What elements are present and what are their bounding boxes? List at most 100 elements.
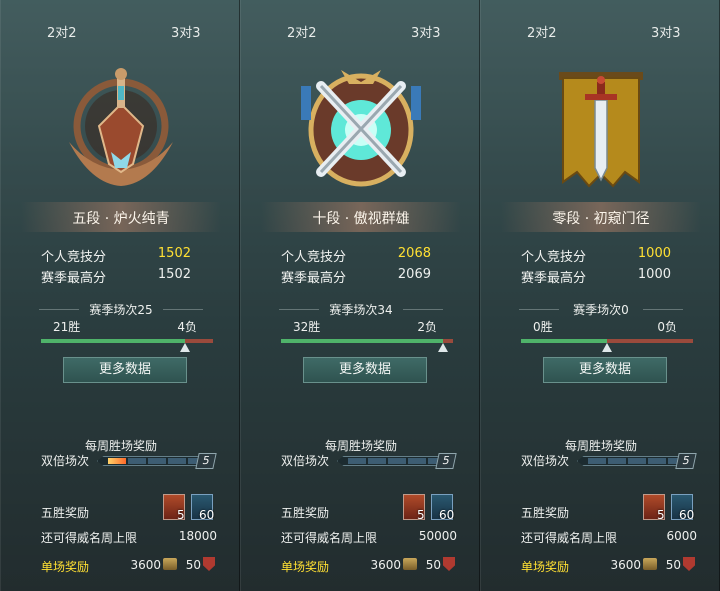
personal-score-value: 2068: [397, 246, 431, 261]
rank-panel-1: 2对2 3对3 五段 · 炉火纯青 个人竞技分 1502 赛季最高分 1502 …: [0, 0, 240, 591]
bronze-helmet-emblem-icon: [69, 68, 173, 186]
five-win-reward-label: 五胜奖励: [281, 506, 330, 520]
win-loss-marker-icon: [437, 343, 448, 352]
season-high-value: 1000: [637, 267, 671, 282]
rank-name: 五段 · 炉火纯青: [72, 211, 170, 227]
losses-count: 2负: [417, 320, 437, 334]
wins-count: 0胜: [533, 320, 553, 334]
win-loss-marker-icon: [180, 343, 191, 352]
coin-icon: [163, 558, 177, 570]
reward-count: 5: [657, 508, 665, 522]
tab-2v2[interactable]: 2对2: [287, 22, 317, 41]
crossed-swords-emblem-icon: [301, 70, 421, 187]
weekly-cap-value: 18000: [178, 529, 217, 543]
reward-count: 5: [417, 508, 425, 522]
more-data-button[interactable]: 更多数据: [543, 357, 667, 383]
single-match-reward-label: 单场奖励: [41, 560, 90, 574]
single-coin-value: 3600: [130, 558, 161, 572]
single-badge-value: 50: [185, 558, 201, 572]
losses-count: 4负: [177, 320, 197, 334]
double-matches-label: 双倍场次: [41, 454, 90, 468]
double-matches-track: [97, 456, 207, 466]
single-badge-value: 50: [425, 558, 441, 572]
season-high-value: 1502: [157, 267, 191, 282]
double-segment: [128, 458, 146, 464]
losses-count: 0负: [657, 320, 677, 334]
double-matches-label: 双倍场次: [521, 454, 570, 468]
honor-badge-icon: [203, 557, 215, 571]
double-matches-track: [337, 456, 447, 466]
season-high-label: 赛季最高分: [41, 271, 107, 286]
single-match-reward-label: 单场奖励: [521, 560, 570, 574]
win-loss-bar: [281, 339, 453, 343]
double-matches-count: 5: [195, 453, 217, 469]
win-fill: [41, 339, 186, 343]
season-high-label: 赛季最高分: [521, 271, 587, 286]
tab-3v3[interactable]: 3对3: [171, 22, 201, 41]
personal-score-value: 1000: [637, 246, 671, 261]
win-fill: [281, 339, 443, 343]
tab-3v3[interactable]: 3对3: [651, 22, 681, 41]
weekly-reward-title: 每周胜场奖励: [84, 439, 157, 453]
more-data-button[interactable]: 更多数据: [63, 357, 187, 383]
reward-count: 60: [199, 508, 215, 522]
weekly-cap-label: 还可得威名周上限: [521, 531, 618, 545]
season-matches: 赛季场次34: [241, 301, 481, 318]
reward-count: 60: [439, 508, 455, 522]
double-segment: [168, 458, 186, 464]
single-match-reward-label: 单场奖励: [281, 560, 330, 574]
double-segment: [588, 458, 606, 464]
rank-name: 零段 · 初窥门径: [552, 211, 650, 227]
weekly-cap-value: 50000: [418, 529, 457, 543]
personal-score-value: 1502: [157, 246, 191, 261]
honor-badge-icon: [443, 557, 455, 571]
double-segment: [368, 458, 386, 464]
weekly-cap-label: 还可得威名周上限: [281, 531, 378, 545]
rank-panel-3: 2对2 3对3 零段 · 初窥门径 个人竞技分 1000 赛季最高分 1000 …: [480, 0, 720, 591]
single-coin-value: 3600: [610, 558, 641, 572]
coin-icon: [403, 558, 417, 570]
coin-icon: [643, 558, 657, 570]
double-segment: [608, 458, 626, 464]
five-win-reward-label: 五胜奖励: [521, 506, 570, 520]
five-win-reward-label: 五胜奖励: [41, 506, 90, 520]
weekly-reward-title: 每周胜场奖励: [324, 439, 397, 453]
more-data-button[interactable]: 更多数据: [303, 357, 427, 383]
personal-score-label: 个人竞技分: [521, 250, 587, 265]
single-badge-value: 50: [665, 558, 681, 572]
double-segment: [348, 458, 366, 464]
season-matches: 赛季场次25: [1, 301, 241, 318]
weekly-reward-title: 每周胜场奖励: [564, 439, 637, 453]
double-segment: [648, 458, 666, 464]
season-high-value: 2069: [397, 267, 431, 282]
double-matches-track: [577, 456, 687, 466]
double-matches-count: 5: [435, 453, 457, 469]
single-coin-value: 3600: [370, 558, 401, 572]
wins-count: 32胜: [293, 320, 321, 334]
weekly-cap-value: 6000: [666, 529, 697, 543]
double-segment: [108, 458, 126, 464]
double-segment: [148, 458, 166, 464]
sword-banner-emblem-icon: [559, 72, 643, 188]
tab-2v2[interactable]: 2对2: [527, 22, 557, 41]
tab-2v2[interactable]: 2对2: [47, 22, 77, 41]
personal-score-label: 个人竞技分: [41, 250, 107, 265]
double-matches-label: 双倍场次: [281, 454, 330, 468]
win-loss-marker-icon: [602, 343, 612, 352]
honor-badge-icon: [683, 557, 695, 571]
tab-3v3[interactable]: 3对3: [411, 22, 441, 41]
wins-count: 21胜: [53, 320, 81, 334]
season-high-label: 赛季最高分: [281, 271, 347, 286]
win-fill: [521, 339, 607, 343]
double-matches-count: 5: [675, 453, 697, 469]
season-matches: 赛季场次0: [481, 301, 720, 318]
double-segment: [408, 458, 426, 464]
weekly-cap-label: 还可得威名周上限: [41, 531, 138, 545]
personal-score-label: 个人竞技分: [281, 250, 347, 265]
rank-name: 十段 · 傲视群雄: [312, 211, 410, 227]
double-segment: [388, 458, 406, 464]
reward-count: 5: [177, 508, 185, 522]
reward-count: 60: [679, 508, 695, 522]
double-segment: [628, 458, 646, 464]
rank-panel-2: 2对2 3对3 十段 · 傲视群雄 个人竞技分 2068 赛季最高分 2069 …: [240, 0, 480, 591]
